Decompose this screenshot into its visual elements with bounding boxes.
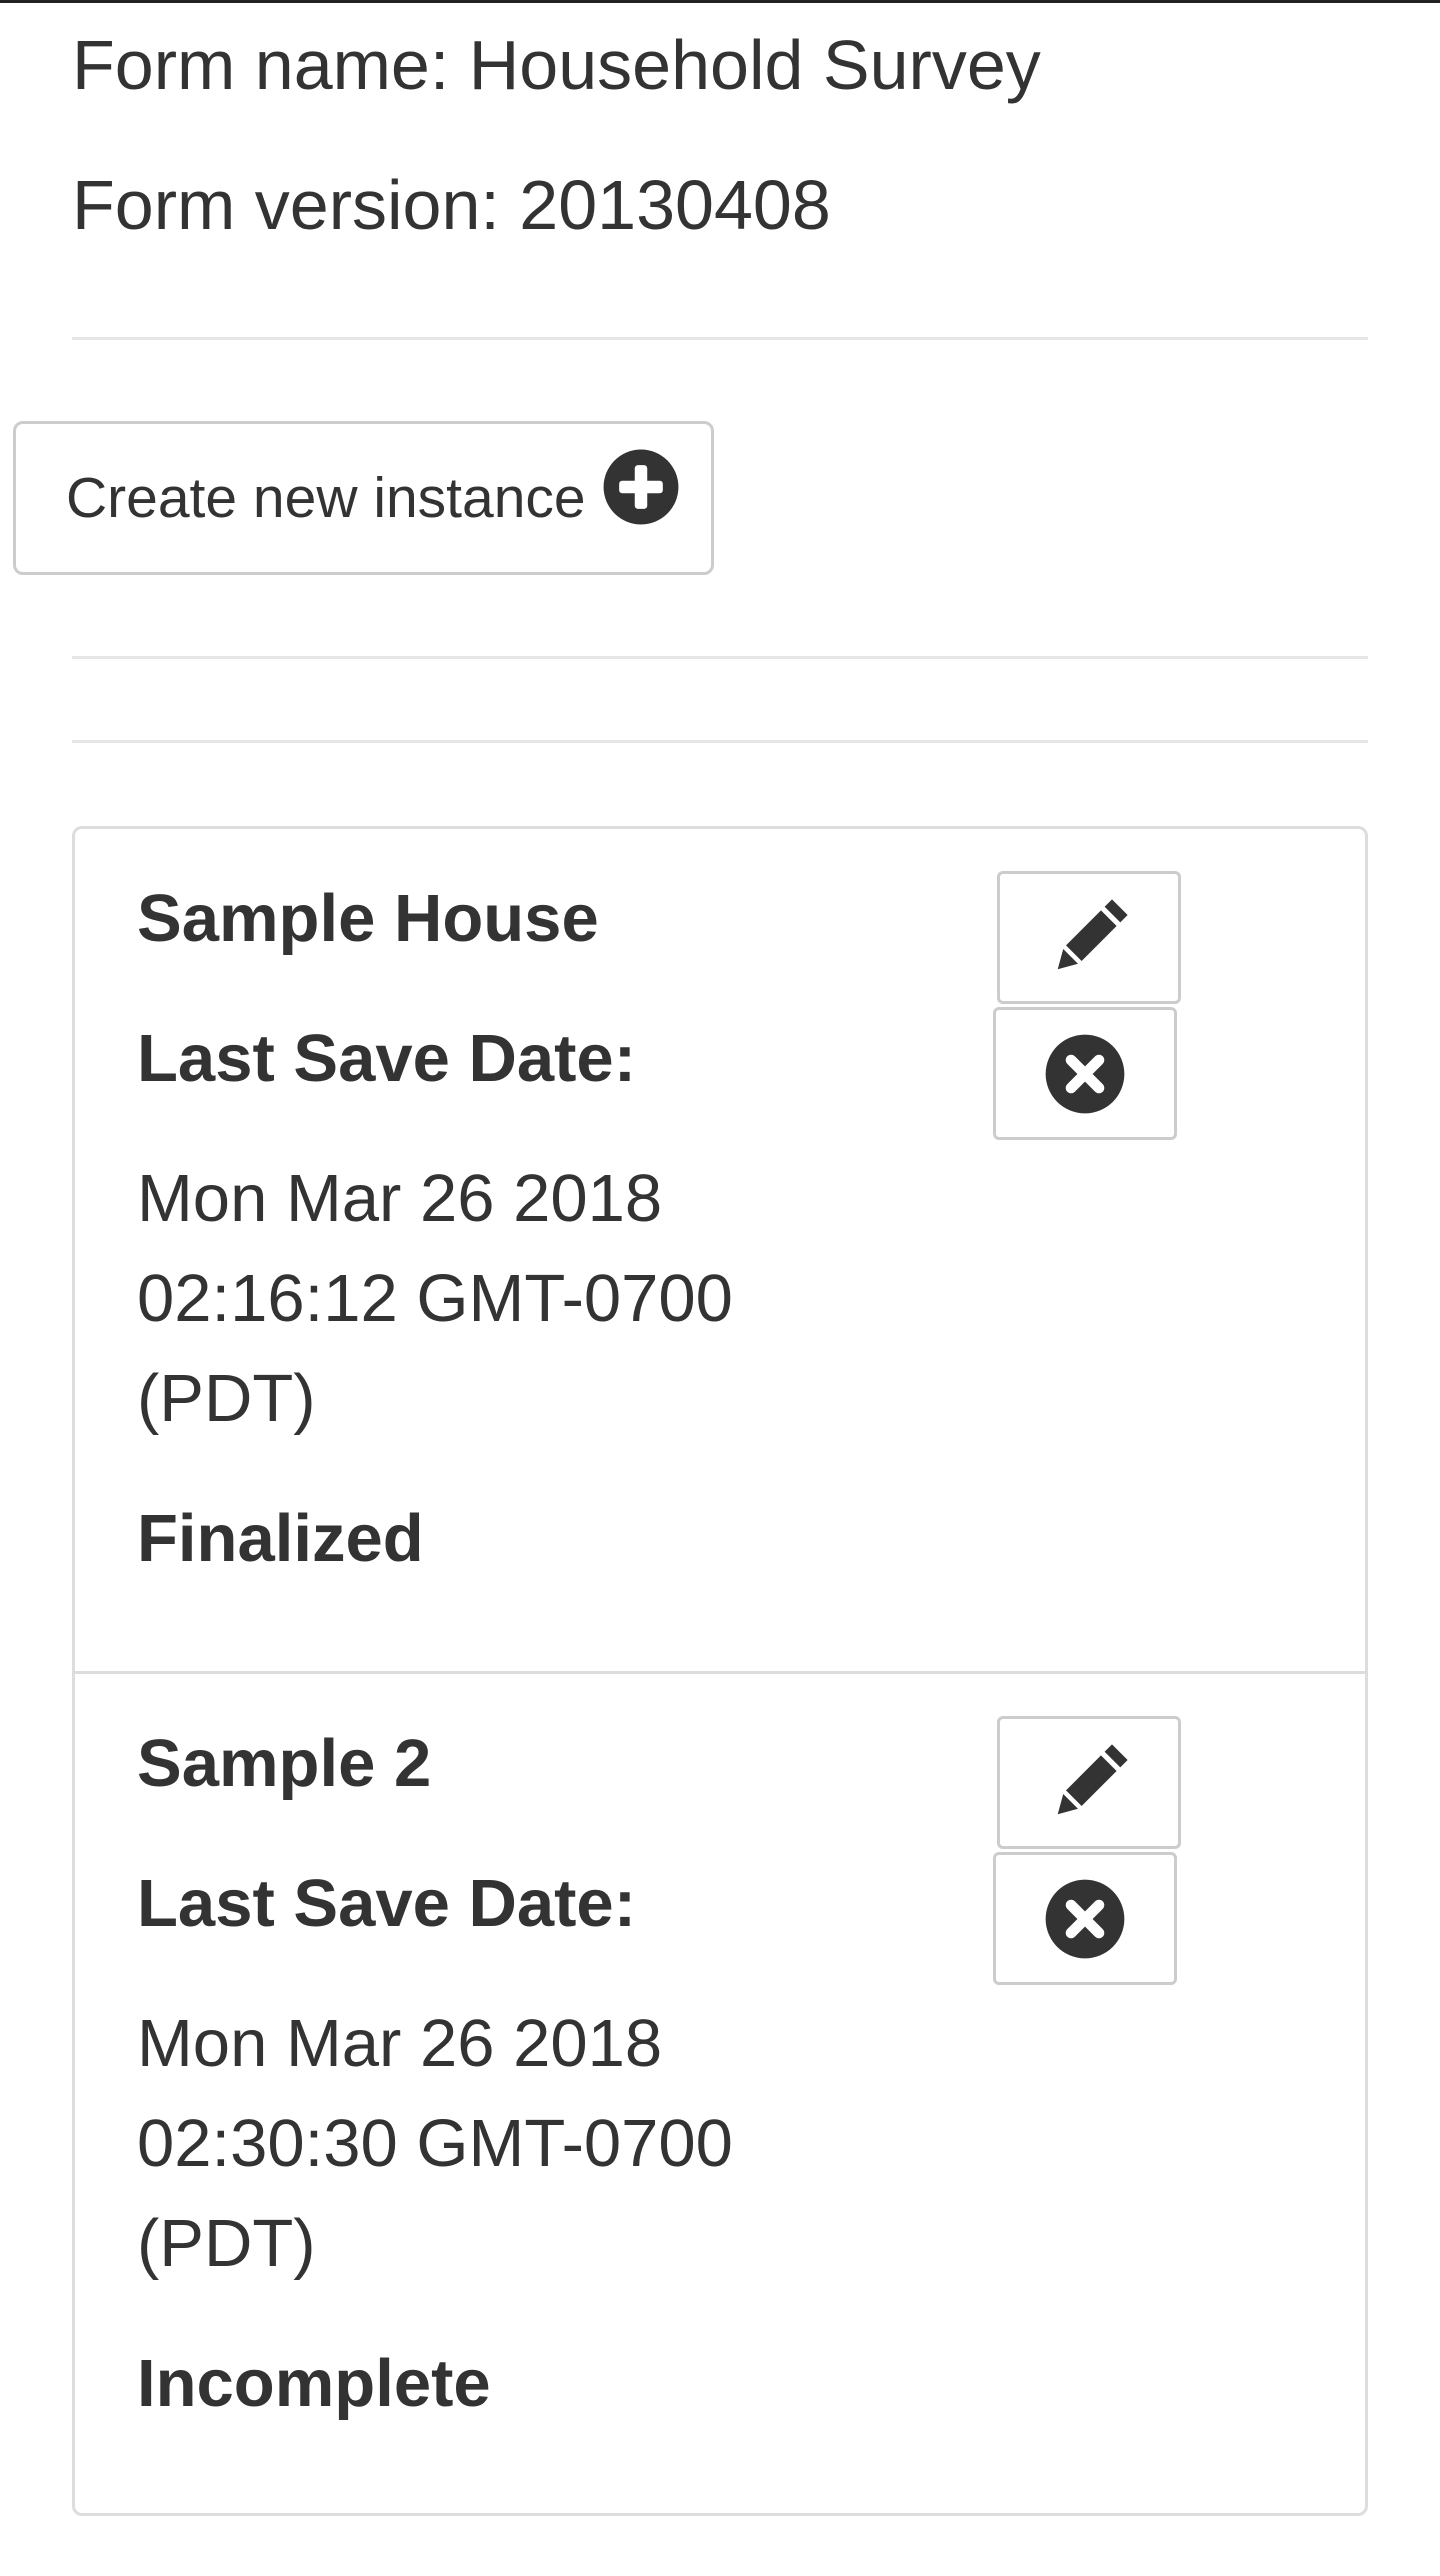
date-line: Mon Mar 26 2018: [137, 1161, 663, 1236]
form-name: Form name: Household Survey: [72, 26, 1041, 104]
divider: [72, 656, 1368, 659]
times-circle-icon: [1045, 1879, 1125, 1958]
instance-status: Finalized: [137, 1501, 424, 1576]
form-version: Form version: 20130408: [72, 166, 831, 244]
divider: [72, 740, 1368, 743]
delete-button[interactable]: [993, 1007, 1177, 1140]
instance-item: Sample House Last Save Date: Mon Mar 26 …: [75, 829, 1365, 1671]
instance-name: Sample House: [137, 881, 599, 956]
create-new-instance-button[interactable]: Create new instance: [13, 421, 714, 575]
pencil-icon: [1057, 898, 1128, 969]
top-border: [0, 0, 1440, 3]
instance-name: Sample 2: [137, 1726, 432, 1801]
times-circle-icon: [1045, 1034, 1125, 1113]
date-line: (PDT): [137, 2206, 316, 2281]
date-line: (PDT): [137, 1361, 316, 1436]
instance-item: Sample 2 Last Save Date: Mon Mar 26 2018…: [75, 1671, 1365, 2513]
last-save-label: Last Save Date:: [137, 1866, 636, 1941]
edit-button[interactable]: [997, 1716, 1181, 1849]
date-line: 02:30:30 GMT-0700: [137, 2106, 733, 2181]
last-save-label: Last Save Date:: [137, 1021, 636, 1096]
instance-status: Incomplete: [137, 2346, 491, 2421]
edit-button[interactable]: [997, 871, 1181, 1004]
plus-circle-icon: [603, 449, 679, 525]
date-line: Mon Mar 26 2018: [137, 2006, 663, 2081]
instance-list: Sample House Last Save Date: Mon Mar 26 …: [72, 826, 1368, 2516]
divider: [72, 337, 1368, 340]
create-button-label: Create new instance: [66, 466, 586, 530]
pencil-icon: [1057, 1743, 1128, 1814]
last-save-date: Mon Mar 26 2018 02:16:12 GMT-0700 (PDT): [137, 1149, 837, 1449]
last-save-date: Mon Mar 26 2018 02:30:30 GMT-0700 (PDT): [137, 1994, 837, 2294]
delete-button[interactable]: [993, 1852, 1177, 1985]
date-line: 02:16:12 GMT-0700: [137, 1261, 733, 1336]
